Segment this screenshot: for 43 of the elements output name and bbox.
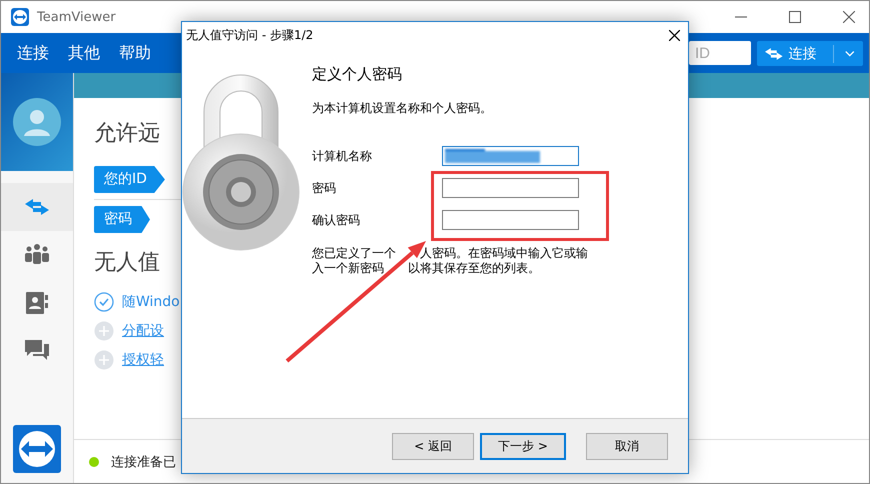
- note-text: 您已定义了一个: [312, 246, 396, 261]
- arrows-icon: [25, 199, 49, 215]
- dialog-button[interactable]: 取消: [586, 432, 668, 460]
- note-text: 入一个新密码: [312, 261, 384, 276]
- status-text: 连接准备已: [111, 454, 176, 470]
- chat-icon: [25, 340, 49, 362]
- close-icon[interactable]: [843, 11, 855, 23]
- dialog-button[interactable]: < 返回: [392, 432, 474, 460]
- arrows-icon: [765, 46, 783, 60]
- people-icon: [25, 243, 49, 267]
- section-heading: 允许远: [94, 120, 160, 148]
- dialog-heading: 定义个人密码: [312, 65, 403, 85]
- close-icon[interactable]: [669, 30, 680, 40]
- step-link[interactable]: 分配设: [122, 322, 164, 340]
- partner-id-field[interactable]: ID: [689, 41, 751, 65]
- text-field[interactable]: [442, 146, 579, 166]
- avatar-icon[interactable]: [13, 98, 61, 146]
- step-link[interactable]: 随Windo: [122, 292, 180, 310]
- text-field[interactable]: [442, 210, 579, 230]
- dialog-description: 为本计算机设置名称和个人密码。: [312, 100, 493, 117]
- menu-item[interactable]: 帮助: [119, 42, 151, 64]
- dialog-title: 无人值守访问 - 步骤1/2: [186, 26, 314, 44]
- note-text: 以将其保存至您的列表。: [408, 261, 540, 276]
- contact-card-icon: [25, 291, 49, 315]
- id-tag: 您的ID: [94, 166, 165, 193]
- text-field[interactable]: [442, 178, 579, 198]
- field-label: 密码: [312, 180, 337, 196]
- step-link[interactable]: 授权轻: [122, 350, 164, 368]
- maximize-icon[interactable]: [789, 11, 801, 23]
- teamviewer-logo-icon[interactable]: [13, 425, 61, 473]
- menu-item[interactable]: 其他: [68, 42, 100, 64]
- field-label: 计算机名称: [312, 148, 373, 164]
- chevron-down-icon[interactable]: [845, 50, 855, 58]
- field-label: 确认密码: [312, 212, 361, 228]
- note-text: 人密码。在密码域中输入它或输: [420, 246, 588, 261]
- connect-button[interactable]: 连接: [757, 41, 863, 66]
- window-title: TeamViewer: [37, 10, 117, 24]
- dialog-button[interactable]: 下一步 >: [480, 432, 566, 460]
- menu-item[interactable]: 连接: [17, 42, 49, 64]
- sidebar-item[interactable]: [1, 183, 73, 231]
- app-logo-icon: [11, 8, 29, 26]
- password-tag: 密码: [94, 206, 150, 233]
- section-heading: 无人值: [94, 249, 160, 277]
